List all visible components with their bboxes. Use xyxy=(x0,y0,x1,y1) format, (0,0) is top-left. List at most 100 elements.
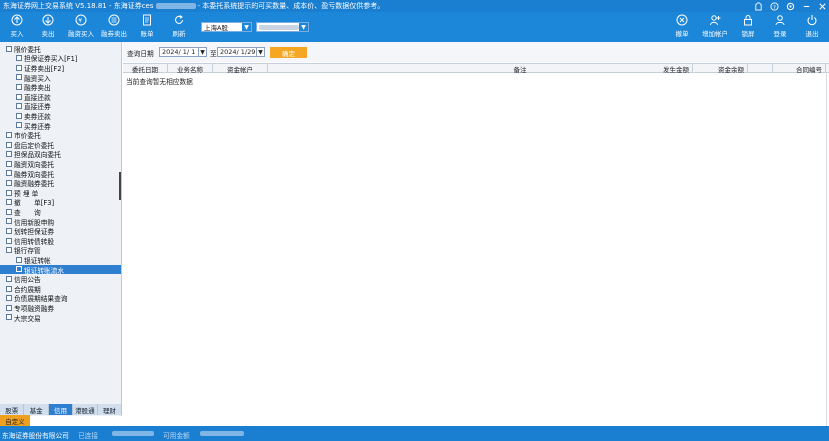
column-header[interactable]: 合同编号 xyxy=(748,64,826,74)
bottom-tab[interactable]: 港股通 xyxy=(73,404,98,415)
cancel-order-button[interactable]: 撤单 xyxy=(667,14,697,40)
bottom-tabs: 股票 基金 信用 港股通 理财 xyxy=(0,404,123,415)
help-icon[interactable]: ? xyxy=(769,1,779,11)
market-select[interactable]: 上海A股 ▼ xyxy=(201,22,252,32)
query-date-label: 查询日期 xyxy=(127,50,154,58)
end-date-picker[interactable]: 2024/ 1/29 ▼ xyxy=(217,47,265,57)
sidebar-item[interactable]: 融券双向委托 xyxy=(0,169,121,179)
sidebar-item-label: 信用新股申购 xyxy=(14,218,55,227)
sidebar-item-label: 担保品双向委托 xyxy=(14,151,61,160)
folder-icon xyxy=(6,228,12,235)
sidebar-item[interactable]: 信用公告 xyxy=(0,274,121,284)
sidebar-item[interactable]: 信用转债转股 xyxy=(0,236,121,246)
sidebar-item[interactable]: 限价委托 xyxy=(0,44,121,54)
folder-icon xyxy=(6,208,12,215)
add-account-button[interactable]: 增加帐户 xyxy=(700,14,730,40)
folder-icon xyxy=(6,160,12,167)
column-header[interactable]: 资金帐户 xyxy=(213,64,268,74)
sidebar-item-label: 市价委托 xyxy=(14,132,41,141)
sidebar-item[interactable]: 预 埋 单 xyxy=(0,188,121,198)
lock-screen-button[interactable]: 锁屏 xyxy=(733,14,763,40)
bottom-tab[interactable]: 股票 xyxy=(0,404,25,415)
company-name: 东海证券股份有限公司 xyxy=(2,432,69,440)
sidebar-item[interactable]: 合约展期 xyxy=(0,284,121,294)
sidebar-item-label: 买券还券 xyxy=(24,122,51,131)
chevron-down-icon: ▼ xyxy=(242,23,251,31)
sidebar-item[interactable]: 信用新股申购 xyxy=(0,217,121,227)
column-header[interactable]: 委托日期 xyxy=(123,64,168,74)
sidebar-item[interactable]: 银证转帐 xyxy=(0,255,121,265)
sidebar-item[interactable]: 直接还款 xyxy=(0,92,121,102)
sidebar-item[interactable]: 证券卖出[F2] xyxy=(0,63,121,73)
minimize-icon[interactable] xyxy=(801,1,811,11)
sidebar-item[interactable]: 融资双向委托 xyxy=(0,159,121,169)
sidebar-item[interactable]: 融资买入 xyxy=(0,73,121,83)
sidebar-item[interactable]: 买券还券 xyxy=(0,121,121,131)
custom-tab[interactable]: 自定义 xyxy=(0,415,30,426)
folder-icon xyxy=(6,180,12,187)
bottom-tab[interactable]: 信用 xyxy=(48,404,74,415)
sidebar-item[interactable]: 融资融券委托 xyxy=(0,178,121,188)
add-account-label: 增加帐户 xyxy=(702,30,728,38)
sidebar-item[interactable]: 划转担保证券 xyxy=(0,226,121,236)
start-date-value: 2024/ 1/ 1 xyxy=(162,48,196,56)
lock-label: 锁屏 xyxy=(741,30,755,38)
column-header[interactable]: 资金余额 xyxy=(693,64,748,74)
coin-down-icon xyxy=(108,14,120,26)
sidebar-item[interactable]: 银行存管 xyxy=(0,246,121,255)
sidebar-item[interactable]: 卖券还款 xyxy=(0,111,121,121)
sidebar-item-label: 专项融资融券 xyxy=(14,304,55,313)
bill-button[interactable]: 账单 xyxy=(132,14,162,40)
sell-button[interactable]: 卖出 xyxy=(33,14,63,40)
folder-icon xyxy=(6,304,12,311)
sidebar-item-label: 证券卖出[F2] xyxy=(24,64,65,73)
bottom-tab[interactable]: 理财 xyxy=(97,404,123,415)
sidebar-item[interactable]: 市价委托 xyxy=(0,130,121,141)
margin-buy-button[interactable]: ¥ 融资买入 xyxy=(66,14,96,40)
sidebar-item[interactable]: 专项融资融券 xyxy=(0,303,121,313)
sidebar-item-label: 担保证券买入[F1] xyxy=(24,55,78,64)
column-header[interactable]: 业务名称 xyxy=(168,64,213,74)
sidebar-item-label: 撤 单[F3] xyxy=(14,199,55,208)
sidebar-item[interactable]: 担保证券买入[F1] xyxy=(0,54,121,63)
sidebar-scrollbar[interactable] xyxy=(119,172,121,200)
sidebar-item[interactable]: 撤 单[F3] xyxy=(0,198,121,207)
doc-icon xyxy=(16,74,22,81)
folder-icon xyxy=(6,276,12,283)
folder-icon xyxy=(6,218,12,225)
sidebar-item[interactable]: 查 询 xyxy=(0,207,121,217)
sidebar-item-label: 直接还券 xyxy=(24,103,51,112)
folder-icon xyxy=(6,170,12,177)
sidebar-item-label: 信用转债转股 xyxy=(14,237,55,246)
arrow-down-circle-icon xyxy=(42,14,54,26)
bottom-tab[interactable]: 基金 xyxy=(24,404,49,415)
account-select[interactable]: ▼ xyxy=(256,22,309,32)
column-header[interactable]: 发生金额 xyxy=(633,64,693,74)
start-date-picker[interactable]: 2024/ 1/ 1 ▼ xyxy=(159,47,207,57)
sidebar-item[interactable]: 担保品双向委托 xyxy=(0,150,121,159)
buy-button[interactable]: 买入 xyxy=(2,14,32,40)
confirm-button[interactable]: 确定 xyxy=(270,47,307,58)
svg-text:¥: ¥ xyxy=(78,17,82,24)
short-sell-button[interactable]: 融券卖出 xyxy=(99,14,129,40)
sidebar-item[interactable]: 银证转账流水 xyxy=(0,264,121,275)
refresh-button[interactable]: 刷新 xyxy=(164,14,194,40)
sidebar-item[interactable]: 直接还券 xyxy=(0,102,121,111)
login-button[interactable]: 登录 xyxy=(765,14,795,40)
sidebar-item[interactable]: 大宗交易 xyxy=(0,313,121,323)
exit-button[interactable]: 退出 xyxy=(797,14,827,40)
sidebar-item[interactable]: 负债展期结果查询 xyxy=(0,294,121,303)
power-icon xyxy=(807,15,817,26)
sidebar-item[interactable]: 盘后定价委托 xyxy=(0,140,121,150)
close-icon[interactable] xyxy=(817,1,827,11)
chevron-down-icon: ▼ xyxy=(198,48,206,56)
short-sell-label: 融券卖出 xyxy=(101,30,127,38)
doc-icon xyxy=(16,266,22,273)
skin-icon[interactable] xyxy=(753,1,763,11)
doc-icon xyxy=(16,64,22,71)
settings-icon[interactable] xyxy=(785,1,795,11)
end-date-value: 2024/ 1/29 xyxy=(220,48,256,56)
sidebar-item[interactable]: 融券卖出 xyxy=(0,82,121,92)
sidebar-item-label: 盘后定价委托 xyxy=(14,141,55,150)
sidebar-item-label: 负债展期结果查询 xyxy=(14,295,68,304)
